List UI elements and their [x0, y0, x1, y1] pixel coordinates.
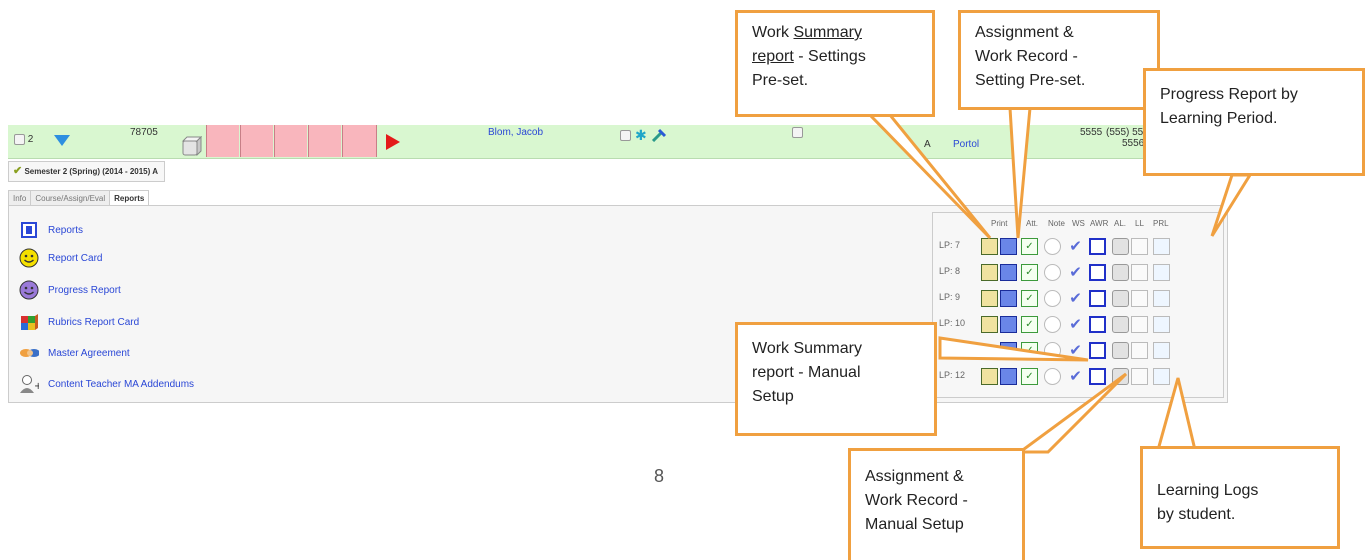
callout-text: Assignment &: [975, 24, 1074, 41]
callout-text: Work Summary: [752, 340, 862, 357]
callout-awr-manual: Assignment & Work Record - Manual Setup: [848, 448, 1025, 560]
callout-work-summary-manual: Work Summary report - Manual Setup: [735, 322, 937, 436]
callout-text: Setup: [752, 388, 794, 405]
callout-text: Summary: [793, 24, 862, 41]
callout-text: Learning Logs: [1157, 482, 1259, 499]
callout-text: - Settings: [793, 48, 866, 65]
callout-text: Work Record -: [865, 492, 968, 509]
callout-text: report: [752, 48, 794, 65]
callout-text: Progress Report by: [1160, 86, 1298, 103]
callout-text: Setting Pre-set.: [975, 72, 1086, 89]
callout-text: report - Manual: [752, 364, 861, 381]
page-number: 8: [654, 466, 665, 486]
callout-text: Assignment &: [865, 468, 964, 485]
callout-text: Work: [752, 24, 794, 41]
callout-text: Learning Period.: [1160, 110, 1278, 127]
callout-learning-logs: Learning Logs by student.: [1140, 446, 1340, 549]
callout-awr-preset: Assignment & Work Record - Setting Pre-s…: [958, 10, 1160, 110]
callout-text: by student.: [1157, 506, 1236, 523]
callout-text: Pre-set.: [752, 72, 809, 89]
callout-text: Work Record -: [975, 48, 1078, 65]
callout-work-summary-preset: Work Summary report - Settings Pre-set.: [735, 10, 935, 117]
callout-text: Manual Setup: [865, 516, 964, 533]
callout-progress-report: Progress Report by Learning Period.: [1143, 68, 1365, 176]
